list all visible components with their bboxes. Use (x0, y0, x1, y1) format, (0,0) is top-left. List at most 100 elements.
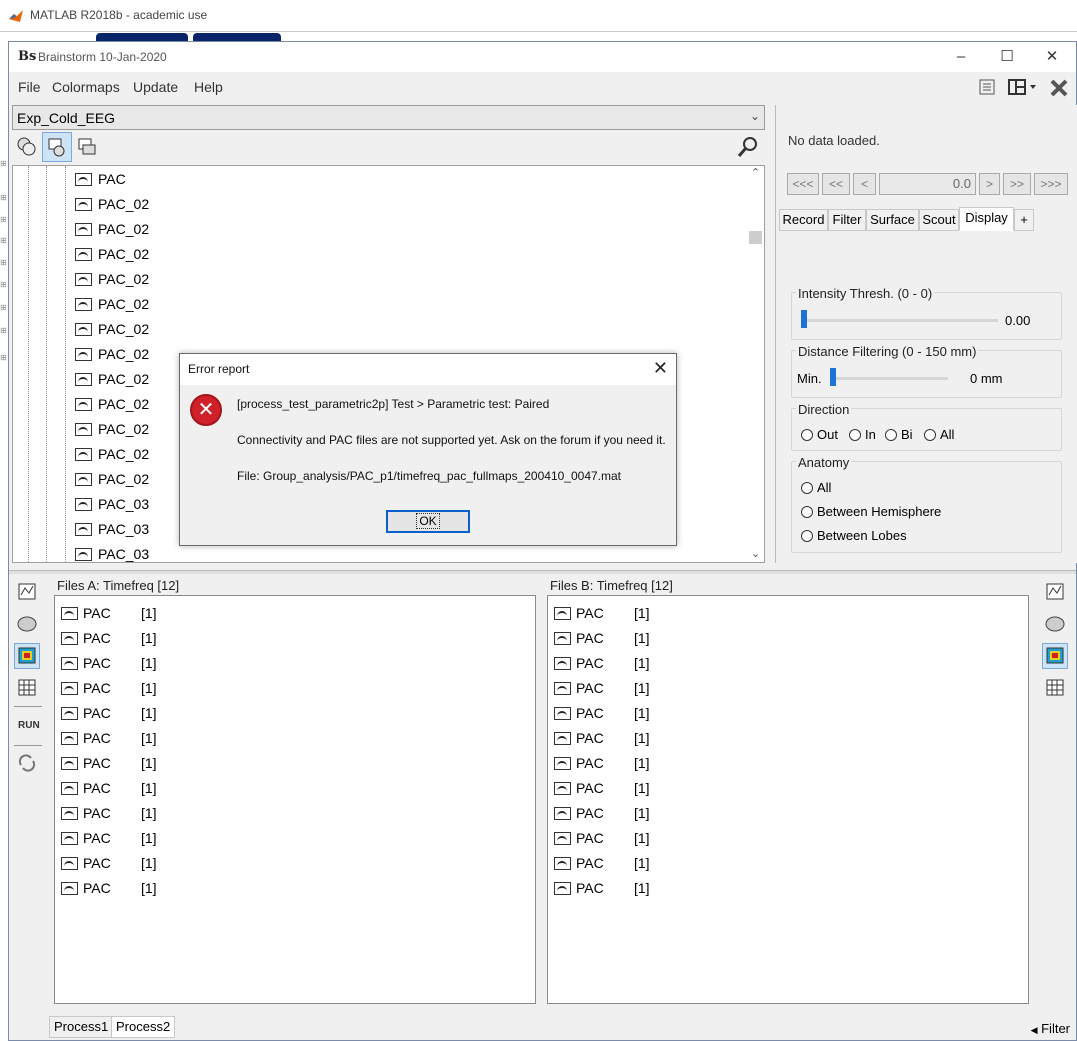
ok-button[interactable]: OK (386, 510, 470, 533)
tree-node[interactable]: PAC_02 (75, 368, 149, 390)
list-item[interactable]: PAC [1] (554, 652, 650, 674)
tab-process2[interactable]: Process2 (111, 1016, 176, 1038)
tree-node[interactable]: PAC_02 (75, 443, 149, 465)
raw-data-icon[interactable] (14, 579, 40, 605)
list-item[interactable]: PAC [1] (554, 702, 650, 724)
tree-node[interactable]: PAC_02 (75, 218, 149, 240)
scroll-down-icon[interactable]: ⌄ (751, 547, 760, 560)
nav-prev-button[interactable]: < (853, 173, 876, 195)
tree-node[interactable]: PAC_02 (75, 343, 149, 365)
tab-scout[interactable]: Scout (919, 209, 959, 231)
menu-colormaps[interactable]: Colormaps (52, 79, 120, 95)
list-item[interactable]: PAC [1] (61, 777, 157, 799)
list-item[interactable]: PAC [1] (61, 802, 157, 824)
radio-all-anatomy[interactable]: All (801, 480, 831, 495)
tree-node[interactable]: PAC (75, 168, 126, 190)
distance-slider-track[interactable] (832, 377, 948, 380)
tree-node[interactable]: PAC_02 (75, 393, 149, 415)
intensity-slider-thumb[interactable] (801, 310, 807, 328)
tab-add[interactable]: + (1014, 209, 1034, 231)
nav-next-button[interactable]: > (979, 173, 1000, 195)
list-item[interactable]: PAC [1] (61, 877, 157, 899)
list-item[interactable]: PAC [1] (554, 852, 650, 874)
radio-between-lobes[interactable]: Between Lobes (801, 528, 907, 543)
tree-node[interactable]: PAC_02 (75, 293, 149, 315)
radio-out[interactable]: Out (801, 427, 838, 442)
background-tab[interactable] (96, 33, 188, 41)
tab-surface[interactable]: Surface (866, 209, 919, 231)
menu-file[interactable]: File (18, 79, 41, 95)
list-view-icon[interactable] (978, 78, 996, 100)
scroll-up-icon[interactable]: ⌃ (751, 166, 760, 179)
scroll-thumb[interactable] (749, 231, 762, 244)
list-item[interactable]: PAC [1] (61, 852, 157, 874)
minimize-button[interactable]: – (939, 46, 983, 68)
tab-process1[interactable]: Process1 (49, 1016, 114, 1038)
nav-next-fast-button[interactable]: >> (1003, 173, 1031, 195)
list-item[interactable]: PAC [1] (61, 627, 157, 649)
matrix-icon[interactable] (1042, 675, 1068, 701)
list-item[interactable]: PAC [1] (61, 752, 157, 774)
sources-icon[interactable] (1042, 611, 1068, 637)
tree-scrollbar[interactable]: ⌃ ⌄ (747, 166, 764, 562)
search-icon[interactable] (733, 132, 763, 162)
list-item[interactable]: PAC [1] (554, 777, 650, 799)
radio-in[interactable]: In (849, 427, 876, 442)
tree-node[interactable]: PAC_03 (75, 518, 149, 540)
sources-icon[interactable] (14, 611, 40, 637)
list-item[interactable]: PAC [1] (554, 727, 650, 749)
close-window-button[interactable]: ✕ (1030, 46, 1074, 68)
list-item[interactable]: PAC [1] (554, 627, 650, 649)
nav-prev-fast-button[interactable]: << (822, 173, 850, 195)
radio-between-hemisphere[interactable]: Between Hemisphere (801, 504, 941, 519)
panel-divider[interactable] (9, 570, 1076, 574)
list-item[interactable]: PAC [1] (61, 827, 157, 849)
tree-node[interactable]: PAC_03 (75, 543, 149, 562)
tree-node[interactable]: PAC_02 (75, 318, 149, 340)
anatomy-view-icon[interactable] (12, 132, 42, 162)
tab-filter[interactable]: Filter (828, 209, 866, 231)
list-item[interactable]: PAC [1] (61, 727, 157, 749)
list-item[interactable]: PAC [1] (554, 802, 650, 824)
group-view-icon[interactable] (72, 132, 102, 162)
close-icon[interactable]: ✕ (653, 358, 668, 379)
nav-last-button[interactable]: >>> (1034, 173, 1068, 195)
time-input[interactable]: 0.0 (879, 173, 976, 195)
intensity-slider-track[interactable] (802, 319, 998, 322)
raw-data-icon[interactable] (1042, 579, 1068, 605)
radio-all-direction[interactable]: All (924, 427, 954, 442)
list-item[interactable]: PAC [1] (61, 677, 157, 699)
reload-icon[interactable] (14, 750, 40, 776)
tree-node[interactable]: PAC_02 (75, 468, 149, 490)
functional-data-icon[interactable] (42, 132, 72, 162)
menu-update[interactable]: Update (133, 79, 178, 95)
tree-node[interactable]: PAC_02 (75, 418, 149, 440)
tree-node[interactable]: PAC_03 (75, 493, 149, 515)
tab-record[interactable]: Record (779, 209, 828, 231)
protocol-dropdown[interactable]: Exp_Cold_EEG ⌄ (12, 105, 765, 130)
background-tab[interactable] (193, 33, 281, 41)
list-item[interactable]: PAC [1] (61, 652, 157, 674)
menu-help[interactable]: Help (194, 79, 223, 95)
list-item[interactable]: PAC [1] (554, 827, 650, 849)
distance-slider-thumb[interactable] (830, 368, 836, 386)
close-all-icon[interactable] (1049, 78, 1069, 100)
tab-display[interactable]: Display (959, 207, 1014, 231)
filter-button[interactable]: ◀ Filter (1031, 1021, 1070, 1036)
list-item[interactable]: PAC [1] (554, 877, 650, 899)
list-item[interactable]: PAC [1] (61, 602, 157, 624)
nav-first-button[interactable]: <<< (787, 173, 819, 195)
list-item[interactable]: PAC [1] (554, 602, 650, 624)
list-item[interactable]: PAC [1] (61, 702, 157, 724)
timefreq-icon[interactable] (1042, 643, 1068, 669)
tree-node[interactable]: PAC_02 (75, 193, 149, 215)
tree-node[interactable]: PAC_02 (75, 268, 149, 290)
matrix-icon[interactable] (14, 675, 40, 701)
layout-icon[interactable] (1007, 78, 1041, 100)
timefreq-icon[interactable] (14, 643, 40, 669)
list-item[interactable]: PAC [1] (554, 752, 650, 774)
maximize-button[interactable]: ☐ (985, 46, 1029, 68)
list-item[interactable]: PAC [1] (554, 677, 650, 699)
tree-node[interactable]: PAC_02 (75, 243, 149, 265)
run-button[interactable]: RUN (18, 720, 40, 731)
